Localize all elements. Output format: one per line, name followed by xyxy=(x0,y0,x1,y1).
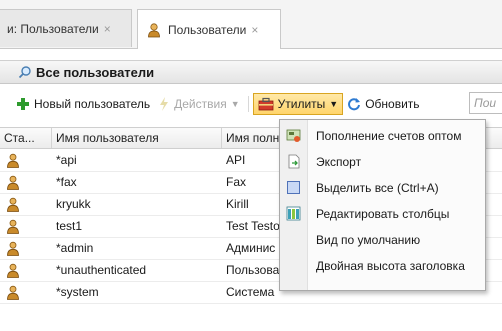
export-icon xyxy=(288,154,300,169)
user-icon xyxy=(7,219,19,234)
tab-label: и: Пользователи xyxy=(7,21,99,36)
search-input[interactable]: Пои xyxy=(469,92,502,114)
fullname-cell: Fax xyxy=(226,175,247,189)
toolbar-divider xyxy=(247,96,249,112)
chevron-down-icon: ▼ xyxy=(230,99,240,109)
select-all-icon xyxy=(287,181,300,194)
column-header-username[interactable]: Имя пользователя xyxy=(52,128,222,148)
panel-title: Все пользователи xyxy=(36,64,155,80)
username-cell: *admin xyxy=(56,241,94,255)
fullname-cell: Test Testo xyxy=(226,219,280,233)
username-cell: test1 xyxy=(56,219,83,233)
lightning-icon xyxy=(160,97,169,111)
panel-header: Все пользователи xyxy=(0,60,502,84)
username-cell: *system xyxy=(56,285,99,299)
menu-item-select-all[interactable]: Выделить все (Ctrl+A) xyxy=(280,176,485,200)
menu-item-edit-columns[interactable]: Редактировать столбцы xyxy=(280,202,485,226)
username-cell: *unauthenticated xyxy=(56,263,147,277)
user-icon xyxy=(7,285,19,300)
user-icon xyxy=(7,263,19,278)
user-icon xyxy=(7,241,19,256)
menu-item-label: Пополнение счетов оптом xyxy=(316,129,462,143)
menu-item-double-header[interactable]: Двойная высота заголовка xyxy=(280,254,485,278)
refresh-icon xyxy=(348,98,361,111)
toolbox-icon xyxy=(258,97,274,111)
fullname-cell: Kirill xyxy=(226,197,249,211)
utilities-label: Утилиты xyxy=(277,97,326,111)
tab-users-active[interactable]: Пользователи × xyxy=(137,9,281,49)
menu-item-label: Экспорт xyxy=(316,155,362,169)
column-header-status[interactable]: Ста... xyxy=(0,128,52,148)
actions-button[interactable]: Действия ▼ xyxy=(154,93,244,115)
username-cell: kryukk xyxy=(56,197,91,211)
toolbar: Новый пользователь Действия ▼ Утилиты ▼ … xyxy=(0,89,502,119)
plus-icon xyxy=(17,98,29,110)
user-icon xyxy=(148,22,160,37)
refresh-button[interactable]: Обновить xyxy=(343,93,423,115)
fullname-cell: API xyxy=(226,153,246,167)
search-icon xyxy=(18,66,31,79)
utilities-menu: Пополнение счетов оптом Экспорт Выделить… xyxy=(279,119,486,291)
utilities-button[interactable]: Утилиты ▼ xyxy=(252,93,344,115)
menu-item-label: Вид по умолчанию xyxy=(316,233,421,247)
menu-item-export[interactable]: Экспорт xyxy=(280,150,485,174)
tab-users-previous[interactable]: и: Пользователи × xyxy=(0,9,132,47)
tab-strip: и: Пользователи × Пользователи × xyxy=(0,0,502,49)
user-icon xyxy=(7,175,19,190)
username-cell: *api xyxy=(56,153,77,167)
bulk-topup-icon xyxy=(286,129,301,142)
menu-item-label: Двойная высота заголовка xyxy=(316,259,465,273)
tab-label: Пользователи xyxy=(168,22,247,37)
close-icon[interactable]: × xyxy=(104,22,111,36)
username-cell: *fax xyxy=(56,175,77,189)
menu-item-bulk-topup[interactable]: Пополнение счетов оптом xyxy=(280,124,485,148)
user-icon xyxy=(7,197,19,212)
actions-label: Действия xyxy=(174,97,227,111)
user-icon xyxy=(7,153,19,168)
close-icon[interactable]: × xyxy=(251,23,258,37)
new-user-button[interactable]: Новый пользователь xyxy=(12,93,154,115)
refresh-label: Обновить xyxy=(365,97,420,111)
chevron-down-icon: ▼ xyxy=(329,99,339,109)
fullname-cell: Админис xyxy=(226,241,276,255)
edit-columns-icon xyxy=(286,206,301,221)
menu-item-label: Редактировать столбцы xyxy=(316,207,450,221)
column-header-fullname[interactable]: Имя полн xyxy=(222,128,282,148)
menu-item-default-view[interactable]: Вид по умолчанию xyxy=(280,228,485,252)
new-user-label: Новый пользователь xyxy=(34,97,151,111)
menu-item-label: Выделить все (Ctrl+A) xyxy=(316,181,439,195)
